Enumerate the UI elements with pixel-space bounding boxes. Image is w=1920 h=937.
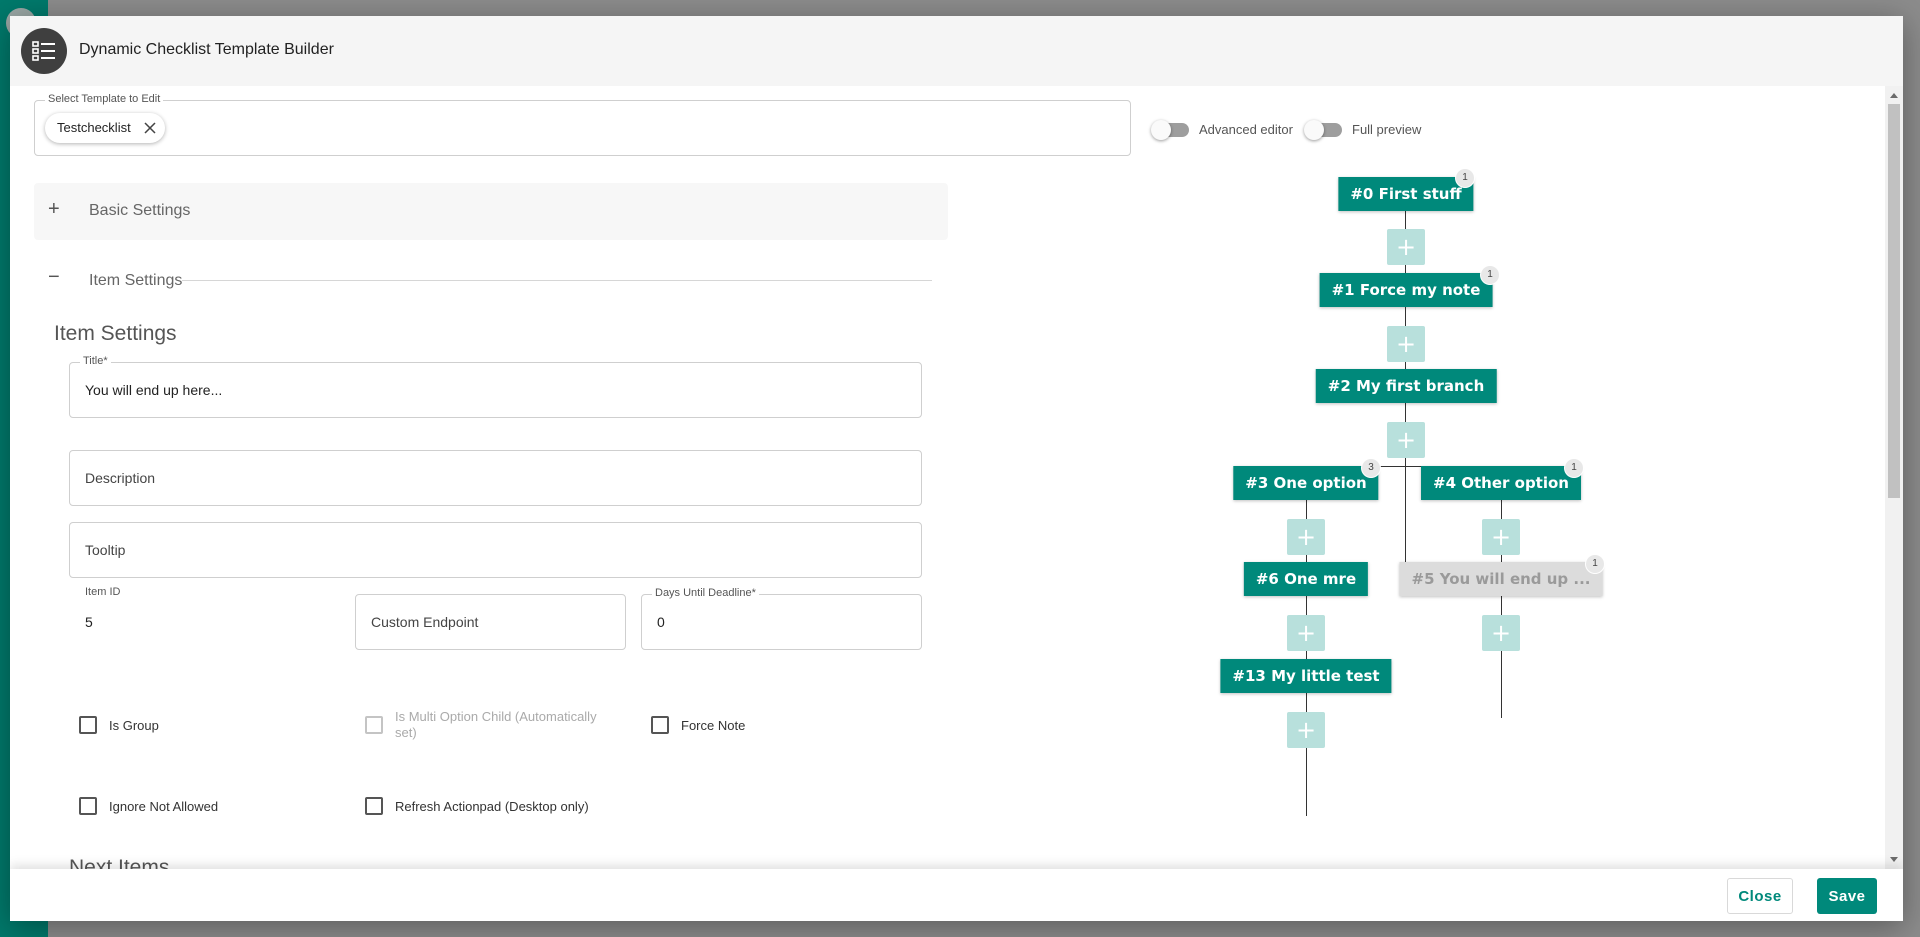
tree-node-label: #5 You will end up ... bbox=[1411, 570, 1591, 588]
dialog-body: Select Template to Edit Testchecklist Ad… bbox=[10, 86, 1885, 869]
basic-settings-label: Basic Settings bbox=[89, 202, 191, 219]
checkbox-box[interactable] bbox=[365, 797, 383, 815]
title-field-label: Title* bbox=[80, 355, 111, 367]
full-preview-toggle[interactable]: Full preview bbox=[1304, 119, 1422, 140]
tree-node[interactable]: #1 Force my note bbox=[1319, 273, 1493, 307]
plus-icon: + bbox=[1295, 619, 1317, 647]
plus-icon: + bbox=[1295, 716, 1317, 744]
checkbox-box bbox=[365, 716, 383, 734]
tooltip-field[interactable]: Tooltip bbox=[69, 522, 922, 578]
tree-node[interactable]: #0 First stuff bbox=[1338, 177, 1474, 211]
plus-icon: + bbox=[1395, 426, 1417, 454]
plus-icon[interactable]: + bbox=[48, 198, 60, 221]
minus-icon[interactable]: − bbox=[48, 266, 60, 289]
is-multi-option-child-label: Is Multi Option Child (Automatically set… bbox=[395, 709, 597, 740]
tree-node[interactable]: #4 Other option bbox=[1421, 466, 1581, 500]
force-note-checkbox[interactable]: Force Note bbox=[651, 716, 745, 734]
tree-node-label: #0 First stuff bbox=[1350, 185, 1462, 203]
title-field-value: You will end up here... bbox=[85, 382, 223, 398]
basic-settings-panel[interactable]: + Basic Settings bbox=[34, 183, 948, 240]
toggle-knob bbox=[1304, 119, 1324, 140]
checkbox-box[interactable] bbox=[651, 716, 669, 734]
tree-node-label: #4 Other option bbox=[1433, 474, 1569, 492]
scroll-down-icon[interactable] bbox=[1890, 857, 1898, 862]
toggle-track[interactable] bbox=[1151, 119, 1189, 140]
plus-icon: + bbox=[1490, 619, 1512, 647]
advanced-editor-toggle[interactable]: Advanced editor bbox=[1151, 119, 1293, 140]
days-until-deadline-field[interactable]: Days Until Deadline* 0 bbox=[641, 587, 922, 650]
description-placeholder: Description bbox=[85, 470, 156, 486]
template-select[interactable]: Select Template to Edit Testchecklist bbox=[34, 93, 1131, 156]
dialog-footer: Close Save bbox=[10, 869, 1903, 921]
title-field[interactable]: Title* You will end up here... bbox=[69, 355, 922, 418]
is-multi-option-child-checkbox: Is Multi Option Child (Automatically set… bbox=[365, 709, 615, 741]
dialog-scrollbar[interactable] bbox=[1885, 86, 1903, 869]
scrollbar-thumb[interactable] bbox=[1888, 104, 1900, 498]
add-item-button[interactable]: + bbox=[1482, 615, 1520, 651]
close-icon[interactable] bbox=[143, 121, 157, 135]
refresh-actionpad-checkbox[interactable]: Refresh Actionpad (Desktop only) bbox=[365, 797, 589, 815]
force-note-label: Force Note bbox=[681, 718, 746, 733]
checkbox-box[interactable] bbox=[79, 716, 97, 734]
ignore-not-allowed-label: Ignore Not Allowed bbox=[109, 799, 219, 814]
item-settings-heading: Item Settings bbox=[54, 322, 177, 345]
ignore-not-allowed-checkbox[interactable]: Ignore Not Allowed bbox=[79, 797, 218, 815]
template-chip[interactable]: Testchecklist bbox=[45, 113, 165, 143]
next-items-heading: Next Items bbox=[69, 856, 170, 869]
add-item-button[interactable]: + bbox=[1387, 422, 1425, 458]
tooltip-placeholder: Tooltip bbox=[85, 542, 126, 558]
dialog-header: Dynamic Checklist Template Builder bbox=[10, 16, 1903, 86]
advanced-editor-label: Advanced editor bbox=[1199, 122, 1293, 137]
add-item-button[interactable]: + bbox=[1287, 712, 1325, 748]
custom-endpoint-placeholder: Custom Endpoint bbox=[371, 614, 479, 630]
tree-node-label: #2 My first branch bbox=[1327, 377, 1485, 395]
save-button[interactable]: Save bbox=[1817, 878, 1877, 914]
add-item-button[interactable]: + bbox=[1287, 519, 1325, 555]
add-item-button[interactable]: + bbox=[1482, 519, 1520, 555]
is-group-label: Is Group bbox=[109, 718, 159, 733]
tree-node[interactable]: #2 My first branch bbox=[1315, 369, 1497, 403]
toggle-track[interactable] bbox=[1304, 119, 1342, 140]
tree-node-label: #6 One mre bbox=[1255, 570, 1357, 588]
plus-icon: + bbox=[1395, 233, 1417, 261]
tree-node-label: #1 Force my note bbox=[1331, 281, 1481, 299]
close-button[interactable]: Close bbox=[1727, 878, 1793, 914]
tree-node-label: #13 My little test bbox=[1232, 667, 1380, 685]
tree-node-selected[interactable]: #5 You will end up ... bbox=[1399, 562, 1603, 596]
template-select-label: Select Template to Edit bbox=[45, 93, 164, 105]
add-item-button[interactable]: + bbox=[1387, 229, 1425, 265]
template-builder-dialog: Dynamic Checklist Template Builder Selec… bbox=[10, 16, 1903, 921]
template-chip-label: Testchecklist bbox=[57, 120, 131, 135]
days-until-deadline-label: Days Until Deadline* bbox=[652, 587, 759, 599]
scroll-up-icon[interactable] bbox=[1890, 93, 1898, 98]
add-item-button[interactable]: + bbox=[1287, 615, 1325, 651]
custom-endpoint-field[interactable]: Custom Endpoint bbox=[355, 594, 626, 650]
item-id-label: Item ID bbox=[85, 586, 121, 598]
checkbox-box[interactable] bbox=[79, 797, 97, 815]
dialog-title: Dynamic Checklist Template Builder bbox=[79, 41, 334, 58]
plus-icon: + bbox=[1490, 523, 1512, 551]
item-settings-section-label[interactable]: Item Settings bbox=[89, 272, 182, 290]
description-field[interactable]: Description bbox=[69, 450, 922, 506]
tree-node[interactable]: #6 One mre bbox=[1243, 562, 1369, 596]
tree-node[interactable]: #13 My little test bbox=[1220, 659, 1392, 693]
plus-icon: + bbox=[1295, 523, 1317, 551]
full-preview-label: Full preview bbox=[1352, 122, 1422, 137]
item-id-value: 5 bbox=[85, 614, 93, 630]
divider bbox=[182, 280, 932, 281]
toggle-knob bbox=[1151, 119, 1171, 140]
checklist-icon bbox=[21, 28, 67, 74]
is-group-checkbox[interactable]: Is Group bbox=[79, 716, 159, 734]
refresh-actionpad-label: Refresh Actionpad (Desktop only) bbox=[395, 799, 589, 814]
tree-node-label: #3 One option bbox=[1245, 474, 1367, 492]
plus-icon: + bbox=[1395, 330, 1417, 358]
add-item-button[interactable]: + bbox=[1387, 326, 1425, 362]
days-until-deadline-value: 0 bbox=[657, 614, 665, 630]
tree-node[interactable]: #3 One option bbox=[1233, 466, 1379, 500]
